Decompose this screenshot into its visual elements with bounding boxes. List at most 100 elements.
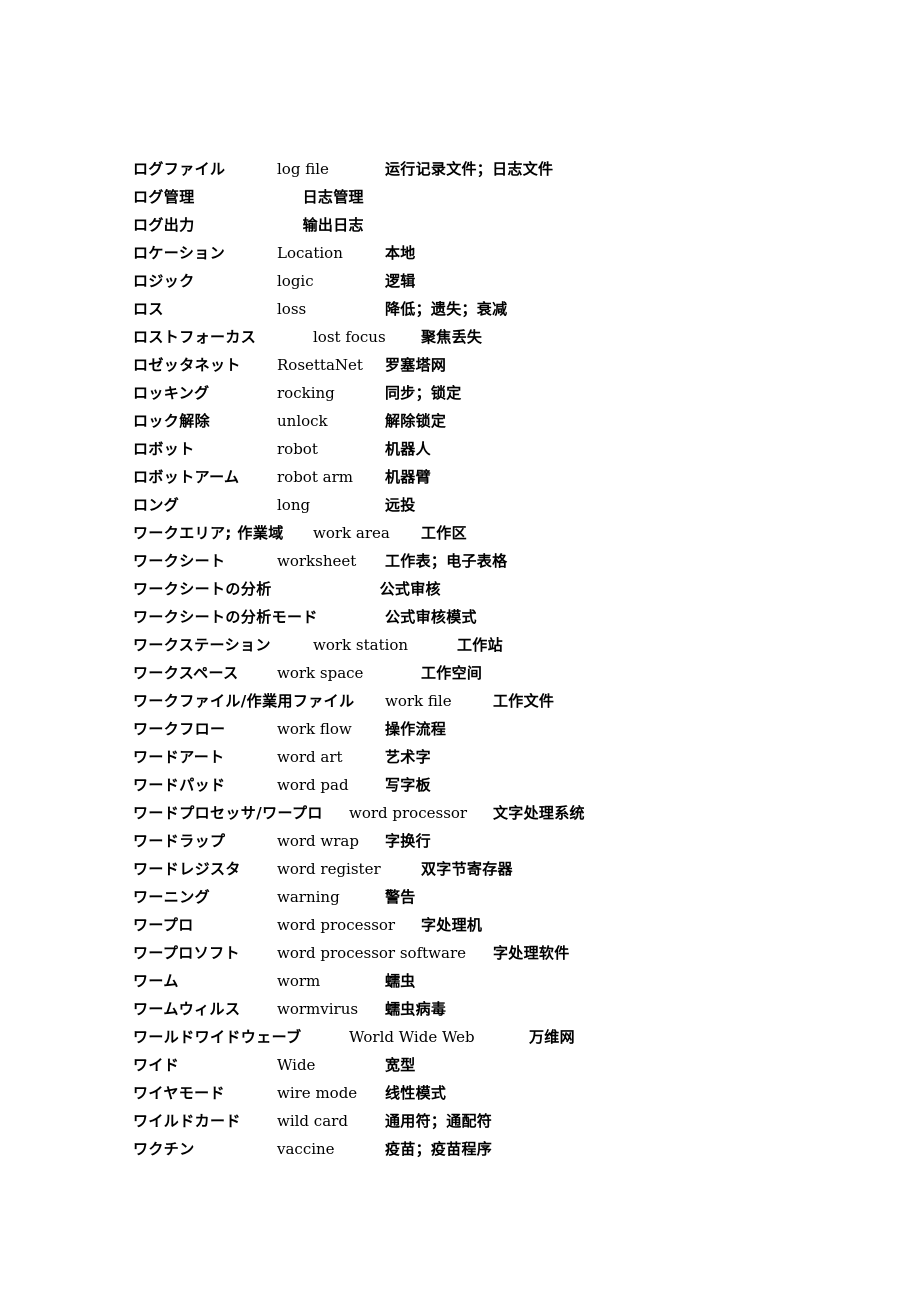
glossary-term-japanese: ワークシートの分析モード [133,608,318,626]
glossary-term-japanese: ロング [133,496,180,514]
glossary-term-english: word processor [277,916,396,934]
glossary-term-japanese: ログ管理 [133,188,195,206]
glossary-term-english: work file [385,692,452,710]
glossary-entry: ワードレジスタ word register 双字节寄存器 [133,855,893,883]
glossary-term-japanese: ワークシートの分析 [133,580,272,598]
glossary-entry: ロゼッタネット RosettaNet 罗塞塔网 [133,351,893,379]
glossary-entry: ロス loss 降低；遗失；衰减 [133,295,893,323]
glossary-term-chinese: 字换行 [385,832,431,850]
glossary-entry: ワイド Wide 宽型 [133,1051,893,1079]
glossary-term-chinese: 字处理机 [421,916,483,934]
glossary-entry: ワークフロー work flow 操作流程 [133,715,893,743]
glossary-term-english: loss [277,300,307,318]
glossary-entry: ワードアート word art 艺术字 [133,743,893,771]
glossary-entry: ロック解除 unlock 解除锁定 [133,407,893,435]
glossary-term-japanese: ロック解除 [133,412,211,430]
glossary-entry: ワーニング warning 警告 [133,883,893,911]
glossary-term-chinese: 远投 [385,496,416,514]
glossary-term-chinese: 工作表；电子表格 [385,552,508,570]
glossary-entry: ロケーション Location 本地 [133,239,893,267]
glossary-entry: ロジック logic 逻辑 [133,267,893,295]
glossary-term-english: word processor [349,804,468,822]
glossary-term-japanese: ロストフォーカス [133,328,257,346]
glossary-term-japanese: ワープロ [133,916,194,934]
glossary-term-english: word wrap [277,832,359,850]
glossary-term-english: lost focus [313,328,386,346]
glossary-term-japanese: ワールドワイドウェーブ [133,1028,302,1046]
glossary-term-english: Wide [277,1056,316,1074]
glossary-term-japanese: ワークエリア; 作業域 [133,524,284,542]
glossary-term-chinese: 艺术字 [385,748,431,766]
glossary-term-chinese: 本地 [385,244,416,262]
glossary-term-chinese: 公式审核 [379,580,441,598]
glossary-term-english: worksheet [277,552,357,570]
glossary-term-english: warning [277,888,340,906]
glossary-entry: ワールドワイドウェーブ World Wide Web 万维网 [133,1023,893,1051]
glossary-term-chinese: 通用符；通配符 [385,1112,493,1130]
glossary-term-chinese: 字处理软件 [493,944,570,962]
glossary-entry: ワームウィルス wormvirus 蠕虫病毒 [133,995,893,1023]
glossary-term-chinese: 宽型 [385,1056,416,1074]
glossary-term-japanese: ロス [133,300,164,318]
glossary-term-chinese: 日志管理 [302,188,364,206]
glossary-term-japanese: ワークシート [133,552,226,570]
glossary-entry: ワークシート worksheet 工作表；电子表格 [133,547,893,575]
glossary-entry: ワークエリア; 作業域 work area 工作区 [133,519,893,547]
glossary-term-japanese: ワイヤモード [133,1084,225,1102]
glossary-entry: ロボットアーム robot arm 机器臂 [133,463,893,491]
glossary-term-japanese: ワードアート [133,748,225,766]
glossary-term-chinese: 文字处理系统 [493,804,585,822]
glossary-term-chinese: 逻辑 [385,272,416,290]
glossary-term-english: wild card [277,1112,348,1130]
glossary-term-chinese: 机器人 [385,440,431,458]
glossary-entry: ログファイル log file 运行记录文件；日志文件 [133,155,893,183]
glossary-term-english: robot arm [277,468,353,486]
glossary-term-japanese: ログ出力 [133,216,195,234]
glossary-term-english: word register [277,860,381,878]
glossary-term-chinese: 机器臂 [385,468,431,486]
glossary-term-english: log file [277,160,329,178]
glossary-term-japanese: ワイルドカード [133,1112,241,1130]
glossary-entry: ワクチン vaccine 疫苗；疫苗程序 [133,1135,893,1163]
glossary-term-japanese: ワードレジスタ [133,860,241,878]
glossary-term-japanese: ロボット [133,440,195,458]
glossary-term-chinese: 蠕虫 [385,972,416,990]
glossary-entry: ワープロ word processor 字处理机 [133,911,893,939]
glossary-term-japanese: ワークスペース [133,664,239,682]
glossary-term-english: work area [313,524,390,542]
glossary-entry: ロッキング rocking 同步；锁定 [133,379,893,407]
glossary-entry: ワードラップ word wrap 字换行 [133,827,893,855]
glossary-term-chinese: 工作站 [457,636,503,654]
glossary-term-english: work station [313,636,409,654]
glossary-term-english: work space [277,664,364,682]
glossary-term-chinese: 线性模式 [385,1084,447,1102]
glossary-term-english: work flow [277,720,352,738]
glossary-entry: ログ出力 输出日志 [133,211,893,239]
glossary-term-japanese: ワイド [133,1056,180,1074]
glossary-entry: ワーム worm 蠕虫 [133,967,893,995]
glossary-term-english: World Wide Web [349,1028,475,1046]
glossary-term-english: Location [277,244,343,262]
glossary-term-english: worm [277,972,321,990]
glossary-term-japanese: ロッキング [133,384,210,402]
glossary-term-japanese: ワープロソフト [133,944,240,962]
document-page: ログファイル log file 运行记录文件；日志文件ログ管理 日志管理ログ出力 输出日… [0,0,920,1302]
glossary-entry: ワープロソフト word processor software 字处理软件 [133,939,893,967]
glossary-entry: ワードプロセッサ/ワープロ word processor 文字处理系统 [133,799,893,827]
glossary-entry: ワークステーション work station 工作站 [133,631,893,659]
glossary-term-english: wormvirus [277,1000,359,1018]
glossary-term-japanese: ワームウィルス [133,1000,241,1018]
glossary-entry: ロストフォーカス lost focus 聚焦丢失 [133,323,893,351]
glossary-term-english: word processor software [277,944,466,962]
glossary-entry: ワイルドカード wild card 通用符；通配符 [133,1107,893,1135]
glossary-term-japanese: ワードラップ [133,832,226,850]
glossary-entry: ワークファイル/作業用ファイル work file 工作文件 [133,687,893,715]
glossary-term-english: RosettaNet [277,356,363,374]
glossary-term-chinese: 疫苗；疫苗程序 [385,1140,493,1158]
glossary-entry: ワークスペース work space 工作空间 [133,659,893,687]
glossary-term-japanese: ロケーション [133,244,226,262]
glossary-term-japanese: ワークファイル/作業用ファイル [133,692,355,710]
glossary-term-chinese: 写字板 [385,776,431,794]
glossary-entry: ロボット robot 机器人 [133,435,893,463]
glossary-term-chinese: 工作区 [421,524,467,542]
